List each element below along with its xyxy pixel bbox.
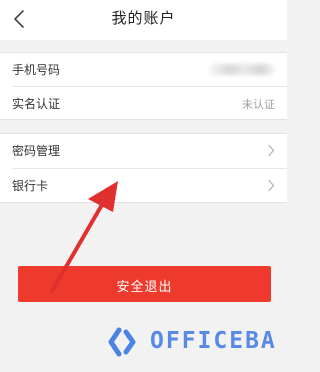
settings-group: 密码管理 银行卡 — [0, 133, 287, 203]
logout-button[interactable]: 安全退出 — [18, 266, 271, 302]
real-name-row: 实名认证 未认证 — [0, 87, 287, 120]
phone-number-label: 手机号码 — [12, 63, 61, 77]
bank-card-label: 银行卡 — [12, 179, 49, 193]
account-info-group: 手机号码 实名认证 未认证 — [0, 52, 287, 120]
watermark-logo-icon — [108, 327, 136, 357]
real-name-label: 实名认证 — [12, 97, 61, 111]
real-name-status: 未认证 — [242, 98, 275, 111]
phone-number-value — [209, 64, 275, 75]
chevron-right-icon — [268, 144, 275, 157]
page-title: 我的账户 — [111, 9, 176, 27]
chevron-right-icon — [268, 179, 275, 192]
watermark: OFFICEBA — [102, 318, 287, 366]
password-management-row[interactable]: 密码管理 — [0, 134, 287, 167]
logout-button-label: 安全退出 — [116, 280, 173, 295]
watermark-text: OFFICEBA — [150, 328, 277, 354]
phone-number-row: 手机号码 — [0, 53, 287, 86]
top-bar: 我的账户 — [0, 0, 287, 40]
bank-card-row[interactable]: 银行卡 — [0, 169, 287, 202]
password-management-label: 密码管理 — [12, 144, 61, 158]
